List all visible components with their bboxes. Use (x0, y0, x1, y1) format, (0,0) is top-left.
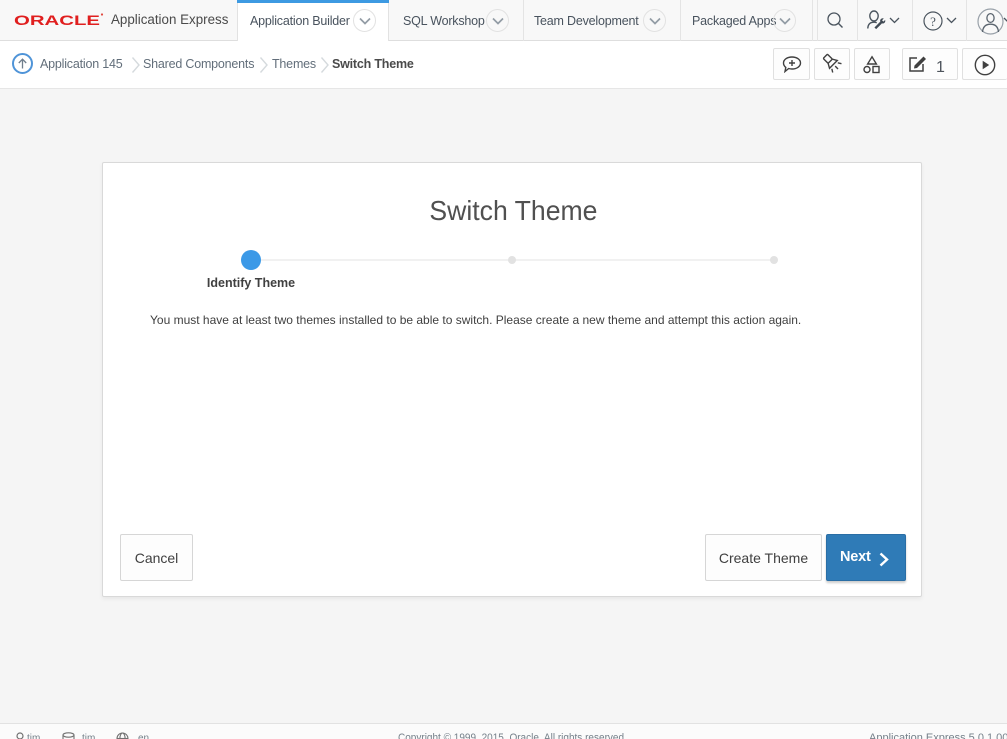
svg-text:ORACLE: ORACLE (14, 12, 100, 28)
svg-text:?: ? (930, 14, 936, 29)
